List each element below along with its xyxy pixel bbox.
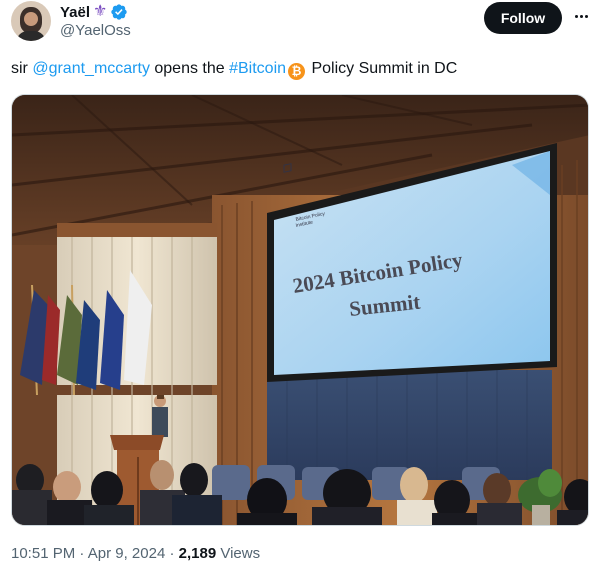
views-label: Views — [216, 545, 261, 562]
curtain-valance — [57, 223, 217, 237]
meta-separator: · — [75, 545, 88, 562]
bitcoin-emoji-icon: ₿ — [288, 63, 306, 80]
tweet-suffix: Policy Summit in DC — [307, 60, 458, 77]
tweet-text: sir @grant_mccarty opens the #Bitcoin ₿ P… — [11, 59, 457, 80]
verified-badge-icon — [111, 4, 128, 20]
meta-separator: · — [165, 545, 179, 562]
speaker — [152, 395, 168, 437]
avatar-face — [24, 12, 38, 26]
hashtag-link[interactable]: #Bitcoin — [229, 60, 286, 77]
fleur-de-lis-emoji: ⚜ — [93, 3, 108, 20]
stage-backdrop — [267, 370, 552, 480]
display-name[interactable]: Yaël — [60, 4, 90, 21]
follow-button[interactable]: Follow — [484, 2, 562, 34]
tweet-header: Yaël ⚜ @YaelOss Follow — [0, 0, 597, 50]
tweet-time[interactable]: 10:51 PM — [11, 545, 75, 562]
dot — [584, 14, 588, 18]
tweet-prefix: sir — [11, 60, 33, 77]
tweet-date[interactable]: Apr 9, 2024 — [88, 545, 166, 562]
dot — [579, 14, 583, 18]
name-row: Yaël ⚜ — [60, 2, 128, 22]
user-handle[interactable]: @YaelOss — [60, 22, 131, 39]
tweet-middle: opens the — [149, 60, 230, 77]
avatar[interactable] — [11, 1, 51, 41]
mention-link[interactable]: @grant_mccarty — [32, 60, 150, 77]
dot — [574, 14, 578, 18]
avatar-shirt — [16, 31, 46, 41]
views-count: 2,189 — [178, 545, 217, 562]
more-options-icon[interactable] — [570, 6, 592, 26]
tweet-metadata: 10:51 PM · Apr 9, 2024 · 2,189 Views — [11, 545, 260, 562]
conference-photo: Bitcoin Policy Institute 2024 Bitcoin Po… — [12, 95, 588, 525]
tweet-photo[interactable]: Bitcoin Policy Institute 2024 Bitcoin Po… — [11, 94, 589, 526]
